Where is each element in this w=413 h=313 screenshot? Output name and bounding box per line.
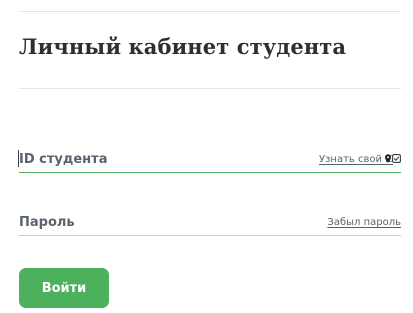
password-label: Пароль — [19, 215, 75, 230]
find-id-link[interactable]: Узнать свой ID — [319, 154, 393, 165]
checkbox-icon[interactable] — [392, 154, 401, 163]
forgot-password-link[interactable]: Забыл пароль — [327, 217, 401, 228]
student-id-underline — [19, 172, 401, 173]
password-field[interactable]: Пароль Забыл пароль — [19, 212, 401, 236]
top-divider — [19, 11, 401, 12]
student-id-label: ID студента — [19, 152, 108, 167]
password-underline — [19, 235, 401, 236]
student-id-field[interactable]: ID студента Узнать свой ID — [18, 149, 401, 173]
section-divider — [19, 88, 401, 89]
login-button[interactable]: Войти — [19, 268, 109, 308]
page-title: Личный кабинет студента — [19, 34, 347, 59]
